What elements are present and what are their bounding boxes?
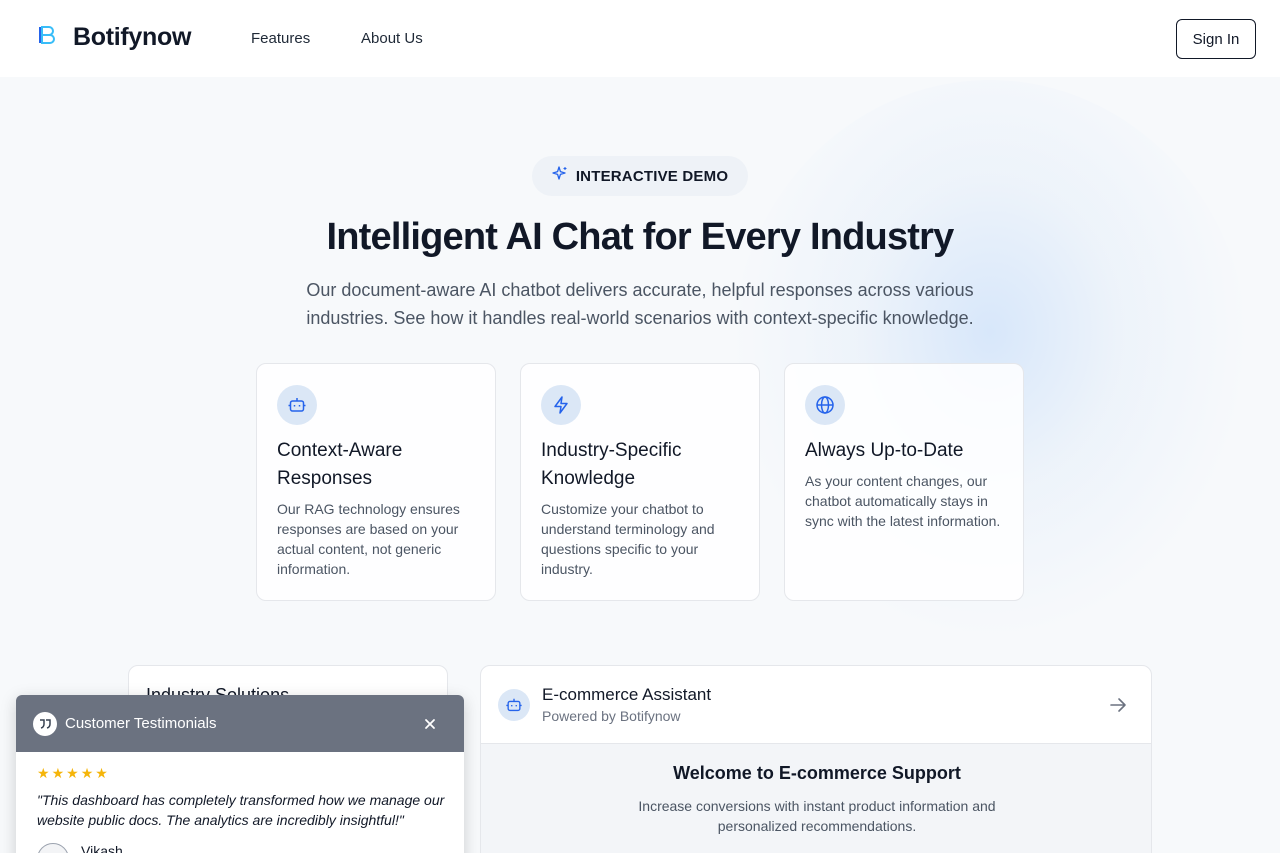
chat-demo-panel: E-commerce Assistant Powered by Botifyno…: [480, 665, 1152, 853]
author-avatar: [37, 843, 69, 853]
welcome-title: Welcome to E-commerce Support: [673, 763, 961, 783]
badge-label: INTERACTIVE DEMO: [575, 167, 729, 185]
assistant-name: E-commerce Assistant: [542, 685, 712, 704]
star-icon: ★: [37, 766, 50, 782]
feature-card-context-aware: Context-Aware Responses Our RAG technolo…: [256, 363, 496, 601]
author-name: Vikash: [81, 843, 123, 853]
star-icon: ★: [66, 766, 79, 782]
hero-subtitle: Our document-aware AI chatbot delivers a…: [306, 280, 974, 328]
botifynow-logo[interactable]: [30, 24, 64, 50]
nav-features-link[interactable]: Features: [251, 30, 310, 47]
nav-about-link[interactable]: About Us: [361, 30, 423, 47]
bot-icon: [498, 689, 530, 721]
brand-name[interactable]: Botifynow: [73, 23, 191, 52]
sign-in-button[interactable]: Sign In: [1176, 19, 1256, 59]
sparkle-icon: [552, 165, 568, 187]
arrow-right-icon[interactable]: [1107, 694, 1129, 716]
feature-card-up-to-date: Always Up-to-Date As your content change…: [784, 363, 1024, 601]
testimonials-header: Customer Testimonials: [16, 695, 464, 752]
feature-title: Context-Aware Responses: [277, 440, 403, 489]
testimonials-title: Customer Testimonials: [65, 715, 217, 732]
feature-description: Customize your chatbot to understand ter…: [541, 501, 715, 577]
feature-title: Industry-Specific Knowledge: [541, 440, 682, 489]
hero-title: Intelligent AI Chat for Every Industry: [326, 216, 955, 258]
star-icon: ★: [80, 766, 94, 782]
close-icon[interactable]: [421, 715, 439, 733]
star-rating: ★ ★ ★ ★ ★: [37, 767, 108, 781]
powered-by-label: Powered by Botifynow: [542, 708, 681, 724]
testimonial-quote: "This dashboard has completely transform…: [37, 792, 445, 828]
feature-card-industry-specific: Industry-Specific Knowledge Customize yo…: [520, 363, 760, 601]
top-navbar: Botifynow Features About Us Sign In: [0, 0, 1280, 77]
feature-description: As your content changes, our chatbot aut…: [805, 473, 1001, 529]
lightning-icon: [541, 385, 581, 425]
feature-title: Always Up-to-Date: [805, 440, 964, 461]
globe-icon: [805, 385, 845, 425]
quote-icon: [33, 712, 57, 736]
star-icon: ★: [95, 766, 108, 782]
feature-description: Our RAG technology ensures responses are…: [277, 501, 460, 577]
bot-icon: [277, 385, 317, 425]
interactive-demo-badge: INTERACTIVE DEMO: [532, 156, 748, 196]
chat-header: E-commerce Assistant Powered by Botifyno…: [481, 666, 1151, 744]
testimonials-popup: Customer Testimonials ★ ★ ★ ★ ★ "This da…: [16, 695, 464, 853]
chat-body: Welcome to E-commerce Support Increase c…: [481, 744, 1151, 853]
star-icon: ★: [51, 766, 65, 782]
welcome-subtitle: Increase conversions with instant produc…: [638, 798, 996, 834]
